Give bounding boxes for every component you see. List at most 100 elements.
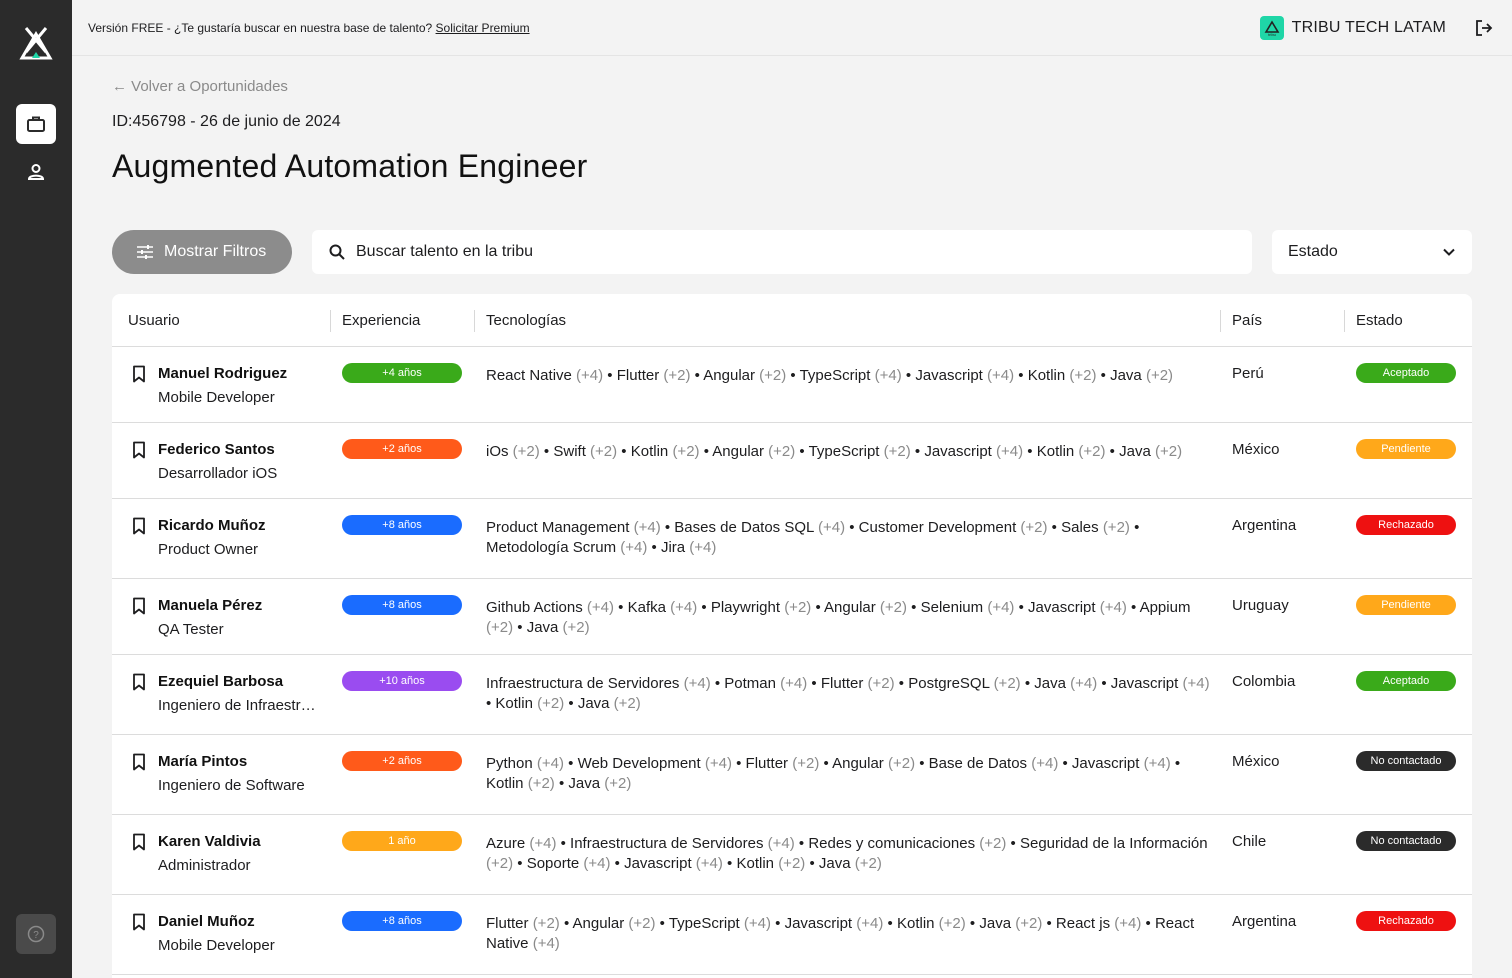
briefcase-icon (27, 116, 45, 132)
technology-level: (+4) (780, 675, 808, 692)
table-row[interactable]: Karen Valdivia Administrador 1 año Azure (+… (112, 815, 1472, 895)
bookmark-icon[interactable] (132, 597, 146, 615)
technology-level: (+2) (1154, 443, 1183, 460)
back-to-opportunities-link[interactable]: ← Volver a Oportunidades (112, 78, 288, 95)
table-row[interactable]: Federico Santos Desarrollador iOS +2 años i… (112, 423, 1472, 499)
user-name[interactable]: Manuel Rodriguez (158, 365, 287, 382)
technology-name: Java (577, 695, 610, 712)
header-tecnologias[interactable]: Tecnologías (486, 312, 566, 329)
bookmark-icon[interactable] (132, 753, 146, 771)
nav-profile-button[interactable] (16, 152, 56, 192)
table-row[interactable]: Ricardo Muñoz Product Owner +8 años Product… (112, 499, 1472, 579)
technology-name: TypeScript (668, 915, 740, 932)
technology-name: Sales (1061, 519, 1099, 536)
status-select[interactable]: Estado (1272, 230, 1472, 274)
user-name[interactable]: Karen Valdivia (158, 833, 261, 850)
technology-name: Infraestructura de Servidores (570, 835, 764, 852)
user-name[interactable]: Federico Santos (158, 441, 275, 458)
status-badge[interactable]: Pendiente (1356, 595, 1456, 615)
premium-link[interactable]: Solicitar Premium (436, 21, 530, 35)
technology-name: Angular (824, 599, 876, 616)
technology-name: Javascript (1028, 599, 1096, 616)
technology-level: (+4) (683, 675, 711, 692)
technology-name: Angular (703, 367, 755, 384)
bookmark-icon[interactable] (132, 913, 146, 931)
header-usuario[interactable]: Usuario (128, 312, 180, 329)
technology-name: Kotlin (736, 855, 775, 872)
status-badge[interactable]: Aceptado (1356, 671, 1456, 691)
status-badge[interactable]: Aceptado (1356, 363, 1456, 383)
nav-opportunities-button[interactable] (16, 104, 56, 144)
bookmark-icon[interactable] (132, 673, 146, 691)
column-divider[interactable] (474, 310, 475, 332)
bookmark-icon[interactable] (132, 517, 146, 535)
user-name[interactable]: Manuela Pérez (158, 597, 262, 614)
technology-level: (+4) (583, 855, 611, 872)
table-row[interactable]: María Pintos Ingeniero de Software +2 años… (112, 735, 1472, 815)
table-row[interactable]: Ezequiel Barbosa Ingeniero de Infraestruc… (112, 655, 1472, 735)
technology-name: React js (1055, 915, 1111, 932)
technology-name: iOs (486, 443, 509, 460)
app-logo[interactable] (16, 22, 56, 62)
technology-name: Kotlin (1036, 443, 1075, 460)
technology-level: (+2) (979, 835, 1007, 852)
technology-level: (+4) (1099, 599, 1127, 616)
technology-level: (+4) (987, 367, 1015, 384)
table-row[interactable]: Manuela Pérez QA Tester +8 años Github Acti… (112, 579, 1472, 655)
technology-name: Github Actions (486, 599, 583, 616)
user-name[interactable]: María Pintos (158, 753, 247, 770)
svg-text:?: ? (33, 930, 39, 941)
status-select-label: Estado (1288, 243, 1338, 260)
technology-level: (+4) (856, 915, 884, 932)
technology-level: (+4) (1114, 915, 1142, 932)
user-role: Administrador (158, 857, 251, 874)
bookmark-icon[interactable] (132, 441, 146, 459)
technology-level: (+2) (1069, 367, 1097, 384)
help-button[interactable]: ? (16, 914, 56, 954)
technology-level: (+2) (486, 619, 514, 636)
header-experiencia[interactable]: Experiencia (342, 312, 420, 329)
column-divider[interactable] (330, 310, 331, 332)
technology-level: (+4) (695, 855, 723, 872)
header-estado[interactable]: Estado (1356, 312, 1403, 329)
show-filters-button[interactable]: Mostrar Filtros (112, 230, 292, 274)
technology-name: Javascript (1071, 755, 1140, 772)
search-input[interactable] (356, 243, 1216, 261)
column-divider[interactable] (1344, 310, 1345, 332)
status-badge[interactable]: Rechazado (1356, 911, 1456, 931)
status-badge[interactable]: No contactado (1356, 751, 1456, 771)
table-row[interactable]: Daniel Muñoz Mobile Developer +8 años Flutt… (112, 895, 1472, 975)
user-role: Desarrollador iOS (158, 465, 278, 482)
technology-level: (+2) (1020, 519, 1048, 536)
table-row[interactable]: Manuel Rodriguez Mobile Developer +4 años R… (112, 347, 1472, 423)
technology-level: (+2) (663, 367, 691, 384)
search-icon (329, 244, 345, 260)
column-divider[interactable] (1220, 310, 1221, 332)
experience-badge: +2 años (342, 751, 462, 771)
technology-level: (+2) (604, 775, 632, 792)
logout-icon[interactable] (1474, 18, 1494, 38)
user-name[interactable]: Ezequiel Barbosa (158, 673, 283, 690)
free-version-text: Versión FREE - ¿Te gustaría buscar en nu… (88, 21, 433, 35)
technology-name: Javascript (924, 443, 992, 460)
technology-name: Product Management (486, 519, 630, 536)
technology-name: Flutter (486, 915, 529, 932)
technology-level: (+2) (628, 915, 656, 932)
technology-level: (+2) (672, 443, 700, 460)
technology-level: (+2) (993, 675, 1021, 692)
status-badge[interactable]: Pendiente (1356, 439, 1456, 459)
bookmark-icon[interactable] (132, 833, 146, 851)
header-pais[interactable]: País (1232, 312, 1262, 329)
technology-name: Kotlin (630, 443, 669, 460)
bookmark-icon[interactable] (132, 365, 146, 383)
status-badge[interactable]: Rechazado (1356, 515, 1456, 535)
user-name[interactable]: Ricardo Muñoz (158, 517, 266, 534)
technology-level: (+4) (1070, 675, 1098, 692)
technology-name: Java (979, 915, 1012, 932)
technology-level: (+2) (527, 775, 555, 792)
technology-name: Javascript (624, 855, 692, 872)
technology-level: (+2) (938, 915, 966, 932)
user-name[interactable]: Daniel Muñoz (158, 913, 255, 930)
status-badge[interactable]: No contactado (1356, 831, 1456, 851)
job-id: ID:456798 - 26 de junio de 2024 (112, 113, 341, 130)
